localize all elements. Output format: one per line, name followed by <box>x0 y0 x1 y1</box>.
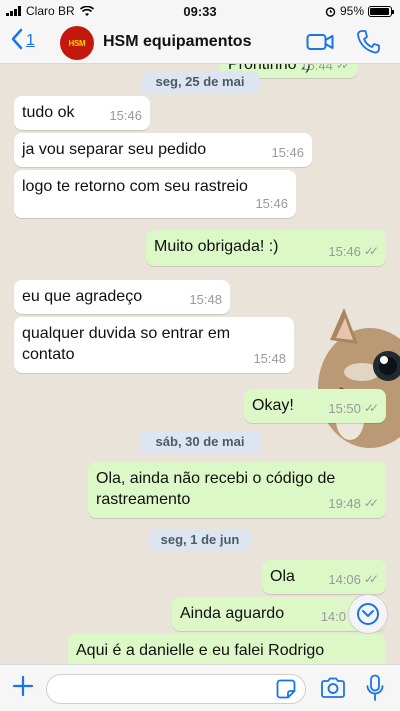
microphone-icon <box>366 674 384 701</box>
message-time: 19:48 <box>328 496 361 511</box>
contact-name[interactable]: HSM equipamentos <box>103 33 251 51</box>
date-separator: seg, 25 de mai <box>141 71 259 93</box>
message-time: 15:48 <box>253 351 286 366</box>
message-meta: 19:48 ✓✓ <box>328 493 379 514</box>
message-bubble-outgoing[interactable]: Muito obrigada! :) 15:46 ✓✓ <box>146 230 386 266</box>
video-call-button[interactable] <box>306 30 334 54</box>
camera-button[interactable] <box>320 677 346 699</box>
sticker-button[interactable] <box>276 679 296 699</box>
scroll-to-bottom-button[interactable] <box>348 594 388 634</box>
message-text: tudo ok <box>22 104 75 121</box>
message-text: eu que agradeço <box>22 288 143 305</box>
date-separator: sáb, 30 de mai <box>139 431 261 453</box>
read-receipt-icon: ✓✓ <box>363 496 379 510</box>
message-bubble-outgoing[interactable]: Ola, ainda não recebi o código de rastre… <box>88 462 386 518</box>
avatar[interactable]: HSM <box>60 26 94 60</box>
camera-icon <box>321 677 345 698</box>
message-bubble-outgoing[interactable]: Okay! 15:50 ✓✓ <box>244 389 386 423</box>
battery-info: 95% <box>325 4 394 18</box>
kitten-sticker-image <box>303 308 400 448</box>
message-text: Aqui é a danielle e eu falei Rodrigo <box>76 642 325 659</box>
message-time: 15:48 <box>189 292 222 307</box>
chat-header: 1 HSM HSM equipamentos <box>0 22 400 64</box>
message-composer <box>0 664 400 711</box>
back-button[interactable]: 1 <box>10 28 35 50</box>
sticker-icon <box>276 679 296 699</box>
message-text: Ainda aguardo <box>180 605 285 622</box>
battery-icon <box>368 5 394 17</box>
message-meta: 15:50 ✓✓ <box>328 398 379 419</box>
unread-count: 1 <box>26 32 35 49</box>
status-bar: Claro BR 09:33 95% <box>0 0 400 22</box>
alarm-icon <box>325 6 336 17</box>
phone-icon <box>357 30 380 54</box>
microphone-button[interactable] <box>366 674 384 702</box>
message-time: 15:44 <box>300 64 333 73</box>
plus-icon <box>12 675 34 697</box>
message-bubble-outgoing[interactable]: Aqui é a danielle e eu falei Rodrigo <box>68 634 386 664</box>
battery-percent: 95% <box>339 4 364 18</box>
read-receipt-icon: ✓✓ <box>363 572 379 586</box>
read-receipt-icon: ✓✓ <box>363 244 379 258</box>
message-text: Muito obrigada! :) <box>154 238 279 255</box>
chat-area[interactable]: Prontinho :) 15:44 ✓✓ seg, 25 de mai tud… <box>0 64 400 664</box>
message-meta: 14:06 ✓✓ <box>328 569 379 590</box>
date-separator: seg, 1 de jun <box>149 529 251 551</box>
message-bubble-incoming[interactable]: tudo ok 15:46 <box>14 96 150 130</box>
message-text: ja vou separar seu pedido <box>22 141 207 158</box>
message-bubble-incoming[interactable]: ja vou separar seu pedido 15:46 <box>14 133 312 167</box>
message-bubble-incoming[interactable]: logo te retorno com seu rastreio 15:46 <box>14 170 296 218</box>
chevron-left-icon <box>11 28 23 50</box>
video-camera-icon <box>306 34 334 50</box>
read-receipt-icon: ✓✓ <box>335 64 351 72</box>
chevron-down-icon <box>357 603 379 625</box>
message-input[interactable] <box>46 674 306 704</box>
message-text: qualquer duvida so entrar em contato <box>22 325 231 363</box>
voice-call-button[interactable] <box>356 29 380 55</box>
message-time: 15:46 <box>255 196 288 211</box>
message-time: 15:46 <box>328 244 361 259</box>
message-text: Ola <box>270 568 295 585</box>
message-bubble-outgoing[interactable]: Ola 14:06 ✓✓ <box>262 560 386 594</box>
message-time: 15:50 <box>328 401 361 416</box>
message-time: 14:06 <box>328 572 361 587</box>
message-meta: 15:46 ✓✓ <box>328 241 379 262</box>
message-bubble-incoming[interactable]: qualquer duvida so entrar em contato 15:… <box>14 317 294 373</box>
message-time: 15:46 <box>271 145 304 160</box>
message-text: Okay! <box>252 397 294 414</box>
message-bubble-incoming[interactable]: eu que agradeço 15:48 <box>14 280 230 314</box>
message-time: 15:46 <box>109 108 142 123</box>
attach-button[interactable] <box>11 674 35 698</box>
message-time: 14:0 <box>320 609 346 624</box>
read-receipt-icon: ✓✓ <box>363 401 379 415</box>
message-meta: 15:44 ✓✓ <box>300 64 351 76</box>
message-text: logo te retorno com seu rastreio <box>22 178 248 195</box>
